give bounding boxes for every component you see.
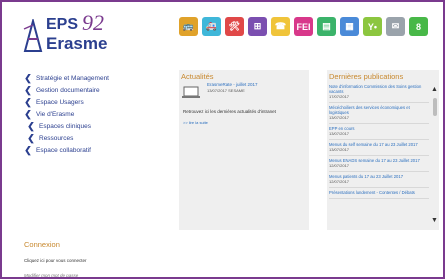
page-frame: EPS 92 Erasme 🚌 🚑 🛠 ⊞ ☎ FEI ▤ ▦ Y• ✉ 8 ❮ Stratégie … bbox=[0, 0, 445, 279]
news-entry-date: 13/07/2017 SESAME bbox=[207, 88, 245, 93]
chevron-left-icon: ❮ bbox=[24, 72, 32, 83]
change-password-link[interactable]: Modifier mon mot de passe bbox=[24, 273, 224, 277]
logo-mark-icon bbox=[23, 19, 43, 52]
document-icon[interactable]: ▤ bbox=[317, 17, 336, 36]
logo-text-eps: EPS bbox=[46, 16, 79, 33]
bus-icon[interactable]: 🚌 bbox=[179, 17, 198, 36]
publications-list[interactable]: Note d'information Commission des Soins … bbox=[329, 82, 429, 227]
nav-item[interactable]: ❮ Stratégie et Management bbox=[24, 72, 174, 84]
scroll-up-icon[interactable]: ▲ bbox=[431, 86, 438, 93]
publication-name[interactable]: Présentations lundement - Contentes / Dé… bbox=[329, 190, 429, 195]
nav-item[interactable]: ❮ Ressources bbox=[24, 132, 174, 144]
nav-item[interactable]: ❮ Espace Usagers bbox=[24, 96, 174, 108]
tools-icon[interactable]: 🛠 bbox=[225, 17, 244, 36]
publication-date: 17/07/2017 bbox=[329, 94, 350, 99]
nav-item-label: Stratégie et Management bbox=[36, 74, 109, 82]
publications-title: Dernières publications bbox=[329, 72, 404, 81]
publication-item[interactable]: Mécéchoiliers des services économiques e… bbox=[329, 103, 429, 124]
news-entry-link[interactable]: ErasmeRate - juillet 2017 bbox=[207, 82, 258, 87]
scrollbar-thumb[interactable] bbox=[433, 98, 437, 116]
publication-item[interactable]: Présentations lundement - Contentes / Dé… bbox=[329, 188, 429, 199]
chevron-left-icon: ❮ bbox=[24, 108, 32, 119]
org-chart-icon[interactable]: ⊞ bbox=[248, 17, 267, 36]
publication-date: 12/07/2017 bbox=[329, 163, 350, 168]
publication-item[interactable]: Note d'information Commission des Soins … bbox=[329, 82, 429, 103]
nav-item-label: Espace collaboratif bbox=[36, 146, 91, 154]
ambulance-icon[interactable]: 🚑 bbox=[202, 17, 221, 36]
read-more-link[interactable]: >> lire la suite bbox=[183, 120, 208, 125]
news-text: Retrouvez ici les dernières actualités d… bbox=[183, 109, 276, 114]
mail-icon[interactable]: ✉ bbox=[386, 17, 405, 36]
publications-panel: Dernières publications Note d'informatio… bbox=[327, 70, 439, 230]
phone-icon[interactable]: ☎ bbox=[271, 17, 290, 36]
yoga-icon[interactable]: Y• bbox=[363, 17, 382, 36]
login-section: Connexion Cliquez ici pour vous connecte… bbox=[24, 240, 224, 277]
nav-item-label: Gestion documentaire bbox=[36, 86, 100, 94]
chevron-left-icon: ❮ bbox=[27, 132, 35, 143]
login-title: Connexion bbox=[24, 240, 60, 249]
quick-access-toolbar: 🚌 🚑 🛠 ⊞ ☎ FEI ▤ ▦ Y• ✉ 8 bbox=[179, 17, 428, 43]
publication-name[interactable]: Note d'information Commission des Soins … bbox=[329, 84, 429, 94]
logo-text-erasme: Erasme bbox=[46, 34, 108, 53]
scroll-down-icon[interactable]: ▼ bbox=[431, 217, 438, 224]
publication-date: 13/07/2017 bbox=[329, 147, 350, 152]
chevron-left-icon: ❮ bbox=[27, 120, 35, 131]
news-title: Actualités bbox=[181, 72, 214, 81]
chevron-left-icon: ❮ bbox=[24, 84, 32, 95]
news-panel: Actualités ErasmeRate - juillet 2017 13/… bbox=[179, 70, 309, 230]
publication-date: 12/07/2017 bbox=[329, 179, 350, 184]
laptop-icon bbox=[182, 86, 200, 98]
publication-item[interactable]: Menus ENADS semaine du 17 au 23 Juillet … bbox=[329, 156, 429, 172]
publication-item[interactable]: Menus du self semaine du 17 au 23 Juille… bbox=[329, 140, 429, 156]
chevron-left-icon: ❮ bbox=[24, 144, 32, 155]
nav-item[interactable]: ❮ Gestion documentaire bbox=[24, 84, 174, 96]
publication-date: 13/07/2017 bbox=[329, 115, 350, 120]
nav-item[interactable]: ❮ Vie d'Erasme bbox=[24, 108, 174, 120]
nav-item-label: Espaces cliniques bbox=[39, 122, 92, 130]
nav-item[interactable]: ❮ Espaces cliniques bbox=[24, 120, 174, 132]
eps-erasme-logo[interactable]: EPS 92 Erasme bbox=[12, 10, 132, 56]
publication-name[interactable]: Mécéchoiliers des services économiques e… bbox=[329, 105, 429, 115]
publication-item[interactable]: EPP en cours 13/07/2017 bbox=[329, 124, 429, 140]
chevron-left-icon: ❮ bbox=[24, 96, 32, 107]
login-link[interactable]: Cliquez ici pour vous connecter bbox=[24, 258, 224, 263]
nav-item-label: Espace Usagers bbox=[36, 98, 84, 106]
logo-text-92: 92 bbox=[82, 10, 104, 35]
eight-icon[interactable]: 8 bbox=[409, 17, 428, 36]
publication-item[interactable]: Menus patients du 17 au 23 Juillet 2017 1… bbox=[329, 172, 429, 188]
calendar-icon[interactable]: ▦ bbox=[340, 17, 359, 36]
main-navigation: ❮ Stratégie et Management ❮ Gestion documen… bbox=[24, 72, 174, 156]
fei-icon[interactable]: FEI bbox=[294, 17, 313, 36]
nav-item-label: Vie d'Erasme bbox=[36, 110, 75, 118]
nav-item[interactable]: ❮ Espace collaboratif bbox=[24, 144, 174, 156]
nav-item-label: Ressources bbox=[39, 134, 74, 142]
publication-date: 13/07/2017 bbox=[329, 131, 350, 136]
